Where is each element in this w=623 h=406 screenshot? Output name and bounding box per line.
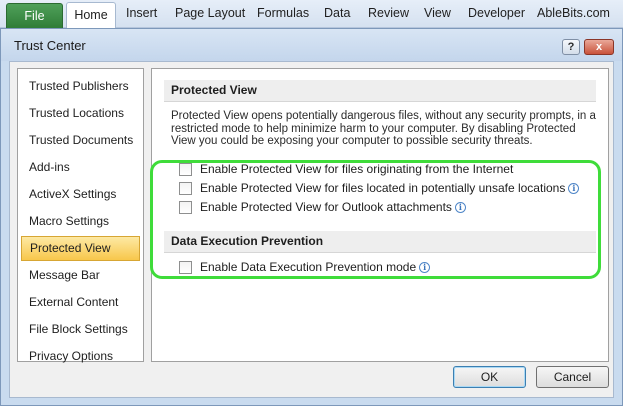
- close-button[interactable]: x: [584, 39, 614, 55]
- settings-panel: Protected View Protected View opens pote…: [151, 68, 609, 362]
- option-label: Enable Protected View for files originat…: [200, 162, 514, 176]
- help-button[interactable]: ?: [562, 39, 580, 55]
- dialog-body: Trusted Publishers Trusted Locations Tru…: [9, 61, 614, 398]
- protected-view-heading: Protected View: [164, 80, 596, 102]
- checkbox-unsafe-locations[interactable]: [179, 181, 192, 195]
- nav-item-message-bar[interactable]: Message Bar: [21, 263, 140, 288]
- tab-review[interactable]: Review: [368, 6, 409, 20]
- tab-formulas[interactable]: Formulas: [257, 6, 309, 20]
- protected-view-description: Protected View opens potentially dangero…: [171, 110, 596, 148]
- trust-center-nav: Trusted Publishers Trusted Locations Tru…: [17, 68, 144, 363]
- tab-file[interactable]: File: [6, 3, 63, 28]
- dialog-title: Trust Center: [14, 38, 86, 53]
- nav-item-trusted-publishers[interactable]: Trusted Publishers: [21, 74, 140, 99]
- cancel-button[interactable]: Cancel: [536, 366, 609, 388]
- tab-data[interactable]: Data: [324, 6, 350, 20]
- nav-item-add-ins[interactable]: Add-ins: [21, 155, 140, 180]
- option-label: Enable Protected View for Outlook attach…: [200, 200, 452, 214]
- tab-view[interactable]: View: [424, 6, 451, 20]
- dep-heading: Data Execution Prevention: [164, 231, 596, 253]
- nav-item-trusted-locations[interactable]: Trusted Locations: [21, 101, 140, 126]
- info-icon[interactable]: i: [454, 201, 466, 213]
- option-internet-files[interactable]: Enable Protected View for files originat…: [179, 161, 513, 177]
- tab-home[interactable]: Home: [66, 2, 116, 28]
- option-dep-mode[interactable]: Enable Data Execution Prevention mode i: [179, 259, 431, 275]
- info-icon[interactable]: i: [568, 182, 580, 194]
- trust-center-dialog: Trust Center ? x Trusted Publishers Trus…: [0, 28, 623, 406]
- nav-item-protected-view[interactable]: Protected View: [21, 236, 140, 261]
- option-label: Enable Protected View for files located …: [200, 181, 566, 195]
- tab-insert[interactable]: Insert: [126, 6, 157, 20]
- tab-page-layout[interactable]: Page Layout: [175, 6, 245, 20]
- tab-ablebits[interactable]: AbleBits.com: [537, 6, 610, 20]
- checkbox-internet-files[interactable]: [179, 162, 192, 176]
- ok-button[interactable]: OK: [453, 366, 526, 388]
- nav-item-file-block-settings[interactable]: File Block Settings: [21, 317, 140, 342]
- checkbox-outlook-attachments[interactable]: [179, 200, 192, 214]
- ribbon-tab-strip: File Home Insert Page Layout Formulas Da…: [0, 0, 623, 28]
- option-unsafe-locations[interactable]: Enable Protected View for files located …: [179, 180, 580, 196]
- nav-item-external-content[interactable]: External Content: [21, 290, 140, 315]
- checkbox-dep-mode[interactable]: [179, 260, 192, 274]
- nav-item-activex-settings[interactable]: ActiveX Settings: [21, 182, 140, 207]
- info-icon[interactable]: i: [419, 261, 431, 273]
- option-outlook-attachments[interactable]: Enable Protected View for Outlook attach…: [179, 199, 466, 215]
- dialog-titlebar: Trust Center ? x: [1, 29, 622, 61]
- nav-item-privacy-options[interactable]: Privacy Options: [21, 344, 140, 369]
- nav-item-trusted-documents[interactable]: Trusted Documents: [21, 128, 140, 153]
- nav-item-macro-settings[interactable]: Macro Settings: [21, 209, 140, 234]
- tab-developer[interactable]: Developer: [468, 6, 525, 20]
- option-label: Enable Data Execution Prevention mode: [200, 260, 417, 274]
